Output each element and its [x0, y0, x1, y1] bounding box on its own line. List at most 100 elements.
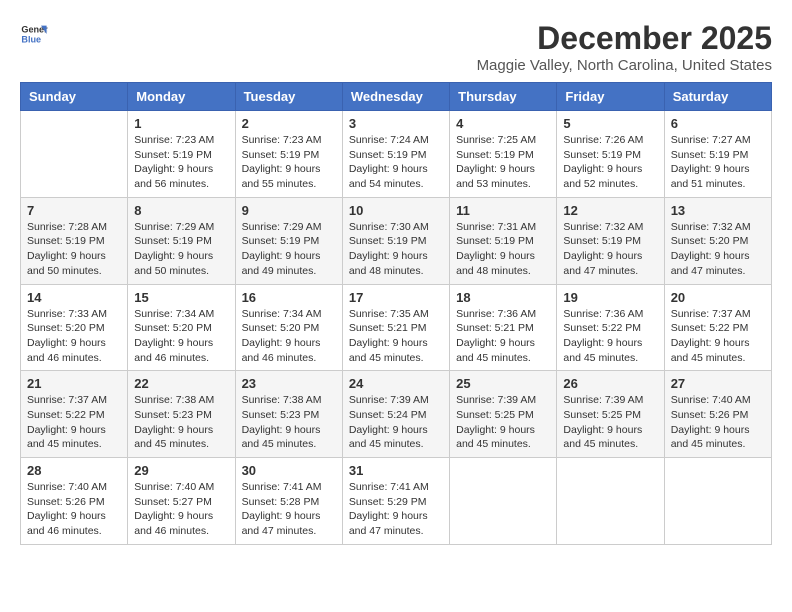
day-info-10: Sunrise: 7:30 AM Sunset: 5:19 PM Dayligh…: [349, 220, 443, 279]
day-info-25: Sunrise: 7:39 AM Sunset: 5:25 PM Dayligh…: [456, 393, 550, 452]
cell-w0-d4: 4 Sunrise: 7:25 AM Sunset: 5:19 PM Daylig…: [450, 111, 557, 198]
day-info-29: Sunrise: 7:40 AM Sunset: 5:27 PM Dayligh…: [134, 480, 228, 539]
cell-w3-d3: 24 Sunrise: 7:39 AM Sunset: 5:24 PM Dayli…: [342, 371, 449, 458]
location-title: Maggie Valley, North Carolina, United St…: [477, 57, 772, 74]
day-number-9: 9: [242, 203, 336, 218]
day-number-2: 2: [242, 116, 336, 131]
day-info-28: Sunrise: 7:40 AM Sunset: 5:26 PM Dayligh…: [27, 480, 121, 539]
day-info-4: Sunrise: 7:25 AM Sunset: 5:19 PM Dayligh…: [456, 133, 550, 192]
day-info-1: Sunrise: 7:23 AM Sunset: 5:19 PM Dayligh…: [134, 133, 228, 192]
header-saturday: Saturday: [664, 83, 771, 111]
header-row: Sunday Monday Tuesday Wednesday Thursday…: [21, 83, 772, 111]
page-header: General Blue General Blue December 2025 …: [20, 20, 772, 74]
day-number-24: 24: [349, 376, 443, 391]
cell-w4-d0: 28 Sunrise: 7:40 AM Sunset: 5:26 PM Dayli…: [21, 458, 128, 545]
day-number-19: 19: [563, 290, 657, 305]
day-number-14: 14: [27, 290, 121, 305]
week-row-0: 1Sunrise: 7:23 AM Sunset: 5:19 PM Daylig…: [21, 111, 772, 198]
day-number-28: 28: [27, 463, 121, 478]
cell-w3-d4: 25 Sunrise: 7:39 AM Sunset: 5:25 PM Dayli…: [450, 371, 557, 458]
cell-w2-d1: 15 Sunrise: 7:34 AM Sunset: 5:20 PM Dayli…: [128, 284, 235, 371]
day-info-27: Sunrise: 7:40 AM Sunset: 5:26 PM Dayligh…: [671, 393, 765, 452]
day-number-26: 26: [563, 376, 657, 391]
day-number-15: 15: [134, 290, 228, 305]
cell-w4-d3: 31 Sunrise: 7:41 AM Sunset: 5:29 PM Dayli…: [342, 458, 449, 545]
cell-w4-d2: 30Sunrise: 7:41 AM Sunset: 5:28 PM Dayli…: [235, 458, 342, 545]
calendar-body: 1Sunrise: 7:23 AM Sunset: 5:19 PM Daylig…: [21, 111, 772, 545]
day-number-7: 7: [27, 203, 121, 218]
day-info-12: Sunrise: 7:32 AM Sunset: 5:19 PM Dayligh…: [563, 220, 657, 279]
calendar: Sunday Monday Tuesday Wednesday Thursday…: [20, 82, 772, 545]
day-number-8: 8: [134, 203, 228, 218]
header-wednesday: Wednesday: [342, 83, 449, 111]
day-number-31: 31: [349, 463, 443, 478]
day-number-16: 16: [242, 290, 336, 305]
day-info-5: Sunrise: 7:26 AM Sunset: 5:19 PM Dayligh…: [563, 133, 657, 192]
day-info-15: Sunrise: 7:34 AM Sunset: 5:20 PM Dayligh…: [134, 307, 228, 366]
cell-w2-d2: 16Sunrise: 7:34 AM Sunset: 5:20 PM Dayli…: [235, 284, 342, 371]
day-info-18: Sunrise: 7:36 AM Sunset: 5:21 PM Dayligh…: [456, 307, 550, 366]
day-info-19: Sunrise: 7:36 AM Sunset: 5:22 PM Dayligh…: [563, 307, 657, 366]
day-number-27: 27: [671, 376, 765, 391]
day-number-18: 18: [456, 290, 550, 305]
cell-w2-d3: 17Sunrise: 7:35 AM Sunset: 5:21 PM Dayli…: [342, 284, 449, 371]
cell-w2-d6: 20Sunrise: 7:37 AM Sunset: 5:22 PM Dayli…: [664, 284, 771, 371]
month-title: December 2025: [477, 20, 772, 57]
day-info-23: Sunrise: 7:38 AM Sunset: 5:23 PM Dayligh…: [242, 393, 336, 452]
cell-w1-d2: 9 Sunrise: 7:29 AM Sunset: 5:19 PM Daylig…: [235, 197, 342, 284]
cell-w4-d4: [450, 458, 557, 545]
cell-w1-d3: 10 Sunrise: 7:30 AM Sunset: 5:19 PM Dayli…: [342, 197, 449, 284]
cell-w1-d4: 11 Sunrise: 7:31 AM Sunset: 5:19 PM Dayli…: [450, 197, 557, 284]
day-number-3: 3: [349, 116, 443, 131]
day-number-6: 6: [671, 116, 765, 131]
day-info-9: Sunrise: 7:29 AM Sunset: 5:19 PM Dayligh…: [242, 220, 336, 279]
day-info-17: Sunrise: 7:35 AM Sunset: 5:21 PM Dayligh…: [349, 307, 443, 366]
day-info-14: Sunrise: 7:33 AM Sunset: 5:20 PM Dayligh…: [27, 307, 121, 366]
day-number-29: 29: [134, 463, 228, 478]
cell-w3-d5: 26 Sunrise: 7:39 AM Sunset: 5:25 PM Dayli…: [557, 371, 664, 458]
cell-w1-d1: 8Sunrise: 7:29 AM Sunset: 5:19 PM Daylig…: [128, 197, 235, 284]
cell-w0-d2: 2 Sunrise: 7:23 AM Sunset: 5:19 PM Daylig…: [235, 111, 342, 198]
header-thursday: Thursday: [450, 83, 557, 111]
svg-text:Blue: Blue: [21, 34, 41, 44]
day-info-24: Sunrise: 7:39 AM Sunset: 5:24 PM Dayligh…: [349, 393, 443, 452]
cell-w0-d1: 1Sunrise: 7:23 AM Sunset: 5:19 PM Daylig…: [128, 111, 235, 198]
day-info-13: Sunrise: 7:32 AM Sunset: 5:20 PM Dayligh…: [671, 220, 765, 279]
day-info-11: Sunrise: 7:31 AM Sunset: 5:19 PM Dayligh…: [456, 220, 550, 279]
day-info-26: Sunrise: 7:39 AM Sunset: 5:25 PM Dayligh…: [563, 393, 657, 452]
day-number-25: 25: [456, 376, 550, 391]
day-number-11: 11: [456, 203, 550, 218]
cell-w1-d6: 13 Sunrise: 7:32 AM Sunset: 5:20 PM Dayli…: [664, 197, 771, 284]
day-number-20: 20: [671, 290, 765, 305]
day-number-4: 4: [456, 116, 550, 131]
title-section: December 2025 Maggie Valley, North Carol…: [477, 20, 772, 74]
cell-w1-d5: 12 Sunrise: 7:32 AM Sunset: 5:19 PM Dayli…: [557, 197, 664, 284]
day-info-6: Sunrise: 7:27 AM Sunset: 5:19 PM Dayligh…: [671, 133, 765, 192]
header-monday: Monday: [128, 83, 235, 111]
calendar-header: Sunday Monday Tuesday Wednesday Thursday…: [21, 83, 772, 111]
logo: General Blue General Blue: [20, 20, 48, 48]
day-number-30: 30: [242, 463, 336, 478]
day-number-22: 22: [134, 376, 228, 391]
day-info-22: Sunrise: 7:38 AM Sunset: 5:23 PM Dayligh…: [134, 393, 228, 452]
cell-w0-d0: [21, 111, 128, 198]
cell-w0-d6: 6 Sunrise: 7:27 AM Sunset: 5:19 PM Daylig…: [664, 111, 771, 198]
week-row-3: 21 Sunrise: 7:37 AM Sunset: 5:22 PM Dayli…: [21, 371, 772, 458]
cell-w4-d1: 29 Sunrise: 7:40 AM Sunset: 5:27 PM Dayli…: [128, 458, 235, 545]
header-tuesday: Tuesday: [235, 83, 342, 111]
week-row-1: 7Sunrise: 7:28 AM Sunset: 5:19 PM Daylig…: [21, 197, 772, 284]
day-number-13: 13: [671, 203, 765, 218]
cell-w3-d6: 27 Sunrise: 7:40 AM Sunset: 5:26 PM Dayli…: [664, 371, 771, 458]
cell-w3-d1: 22 Sunrise: 7:38 AM Sunset: 5:23 PM Dayli…: [128, 371, 235, 458]
day-number-10: 10: [349, 203, 443, 218]
cell-w0-d3: 3 Sunrise: 7:24 AM Sunset: 5:19 PM Daylig…: [342, 111, 449, 198]
cell-w4-d5: [557, 458, 664, 545]
day-info-31: Sunrise: 7:41 AM Sunset: 5:29 PM Dayligh…: [349, 480, 443, 539]
day-number-12: 12: [563, 203, 657, 218]
day-info-3: Sunrise: 7:24 AM Sunset: 5:19 PM Dayligh…: [349, 133, 443, 192]
day-number-5: 5: [563, 116, 657, 131]
day-info-2: Sunrise: 7:23 AM Sunset: 5:19 PM Dayligh…: [242, 133, 336, 192]
day-number-21: 21: [27, 376, 121, 391]
day-info-21: Sunrise: 7:37 AM Sunset: 5:22 PM Dayligh…: [27, 393, 121, 452]
cell-w2-d5: 19 Sunrise: 7:36 AM Sunset: 5:22 PM Dayli…: [557, 284, 664, 371]
